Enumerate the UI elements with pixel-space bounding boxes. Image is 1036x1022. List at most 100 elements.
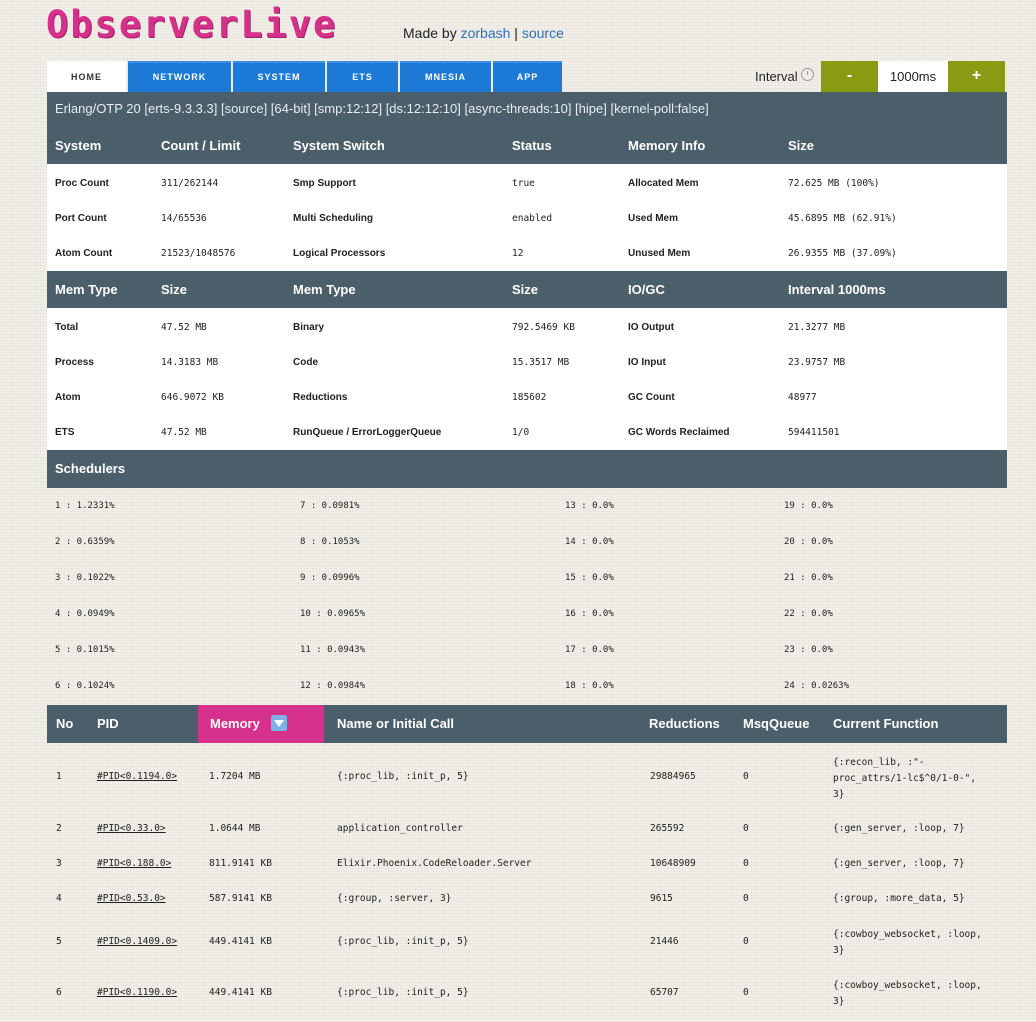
- row-msgqueue: 0: [743, 893, 749, 904]
- scheduler-item: 13 : 0.0%: [565, 501, 614, 511]
- tab-system[interactable]: SYSTEM: [233, 61, 325, 92]
- scheduler-item: 16 : 0.0%: [565, 609, 614, 619]
- switch-label: Smp Support: [293, 178, 356, 189]
- pid-link[interactable]: #PID<0.1409.0>: [97, 936, 177, 947]
- memory-table-header: Mem Type Size Mem Type Size IO/GC Interv…: [47, 271, 1007, 308]
- row-current-function: {:group, :more_data, 5}: [833, 893, 965, 904]
- row-no: 3: [56, 858, 62, 869]
- mem-size: 792.5469 KB: [512, 322, 575, 333]
- io-gc-label: GC Words Reclaimed: [628, 427, 730, 438]
- header-msgqueue[interactable]: MsqQueue: [743, 716, 809, 731]
- header-mem-type-2: Mem Type: [293, 282, 356, 297]
- scheduler-item: 12 : 0.0984%: [300, 681, 366, 691]
- header-memory: Memory: [210, 716, 260, 731]
- mem-type-label: ETS: [55, 427, 75, 438]
- row-no: 6: [56, 987, 62, 998]
- row-reductions: 9615: [650, 893, 673, 904]
- mem-type-label: Reductions: [293, 392, 348, 403]
- row-msgqueue: 0: [743, 987, 749, 998]
- author-link[interactable]: zorbash: [461, 25, 511, 41]
- interval-increase-button[interactable]: +: [948, 61, 1005, 92]
- row-msgqueue: 0: [743, 936, 749, 947]
- row-memory: 1.0644 MB: [209, 823, 261, 834]
- scheduler-item: 1 : 1.2331%: [55, 501, 115, 511]
- schedulers-title: Schedulers: [55, 461, 126, 476]
- row-reductions: 265592: [650, 823, 685, 834]
- row-reductions: 10648909: [650, 858, 696, 869]
- made-by: Made by zorbash | source: [403, 25, 564, 41]
- header-status: Status: [512, 138, 552, 153]
- io-gc-label: IO Output: [628, 322, 675, 333]
- header-size: Size: [788, 138, 815, 153]
- system-value: 311/262144: [161, 178, 219, 189]
- header-current-function[interactable]: Current Function: [833, 716, 938, 731]
- header-system: System: [55, 138, 102, 153]
- system-value: 21523/1048576: [161, 248, 236, 259]
- scheduler-item: 18 : 0.0%: [565, 681, 614, 691]
- mem-info-label: Unused Mem: [628, 248, 691, 259]
- row-memory: 811.9141 KB: [209, 858, 272, 869]
- header-interval: Interval 1000ms: [788, 282, 886, 297]
- row-reductions: 65707: [650, 987, 679, 998]
- tab-home[interactable]: HOME: [47, 61, 126, 92]
- system-value: 14/65536: [161, 213, 207, 224]
- row-no: 5: [56, 936, 62, 947]
- switch-status: 12: [512, 248, 524, 259]
- tab-mnesia[interactable]: MNESIA: [400, 61, 491, 92]
- sort-descending-icon[interactable]: [271, 715, 287, 731]
- process-table-header: No PID Memory Name or Initial Call Reduc…: [47, 705, 1007, 743]
- tab-ets[interactable]: ETS: [327, 61, 398, 92]
- pid-link[interactable]: #PID<0.188.0>: [97, 858, 171, 869]
- mem-size: 15.3517 MB: [512, 357, 570, 368]
- row-memory: 449.4141 KB: [209, 987, 272, 998]
- header-no[interactable]: No: [56, 716, 73, 731]
- io-gc-label: IO Input: [628, 357, 666, 368]
- interval-label: Interval: [755, 69, 798, 84]
- mem-info-label: Used Mem: [628, 213, 679, 224]
- row-no: 4: [56, 893, 62, 904]
- header-pid[interactable]: PID: [97, 716, 119, 731]
- header-name[interactable]: Name or Initial Call: [337, 716, 454, 731]
- mem-type-label: Binary: [293, 322, 325, 333]
- pid-link[interactable]: #PID<0.1194.0>: [97, 771, 177, 782]
- mem-type-label: Process: [55, 357, 94, 368]
- row-memory: 587.9141 KB: [209, 893, 272, 904]
- header-memory-sorted[interactable]: Memory: [198, 705, 324, 743]
- row-current-function: {:gen_server, :loop, 7}: [833, 823, 965, 834]
- scheduler-item: 8 : 0.1053%: [300, 537, 360, 547]
- scheduler-item: 21 : 0.0%: [784, 573, 833, 583]
- separator: |: [514, 25, 518, 41]
- source-link[interactable]: source: [522, 25, 564, 41]
- row-msgqueue: 0: [743, 771, 749, 782]
- switch-label: Multi Scheduling: [293, 213, 373, 224]
- io-gc-value: 21.3277 MB: [788, 322, 846, 333]
- row-msgqueue: 0: [743, 858, 749, 869]
- tab-app[interactable]: APP: [493, 61, 562, 92]
- interval-decrease-button[interactable]: -: [821, 61, 878, 92]
- io-gc-value: 594411501: [788, 427, 840, 438]
- scheduler-item: 23 : 0.0%: [784, 645, 833, 655]
- header-system-switch: System Switch: [293, 138, 385, 153]
- scheduler-item: 5 : 0.1015%: [55, 645, 115, 655]
- header-count-limit: Count / Limit: [161, 138, 241, 153]
- row-name: {:proc_lib, :init_p, 5}: [337, 771, 469, 782]
- system-label: Proc Count: [55, 178, 109, 189]
- scheduler-item: 11 : 0.0943%: [300, 645, 366, 655]
- scheduler-item: 17 : 0.0%: [565, 645, 614, 655]
- scheduler-item: 6 : 0.1024%: [55, 681, 115, 691]
- pid-link[interactable]: #PID<0.53.0>: [97, 893, 166, 904]
- io-gc-value: 48977: [788, 392, 817, 403]
- system-table-header: System Count / Limit System Switch Statu…: [47, 127, 1007, 164]
- scheduler-item: 24 : 0.0263%: [784, 681, 850, 691]
- mem-size: 185602: [512, 392, 547, 403]
- scheduler-item: 10 : 0.0965%: [300, 609, 366, 619]
- pid-link[interactable]: #PID<0.1190.0>: [97, 987, 177, 998]
- scheduler-item: 4 : 0.0949%: [55, 609, 115, 619]
- mem-type-label: Atom: [55, 392, 81, 403]
- clock-icon: [801, 68, 814, 81]
- scheduler-item: 7 : 0.0981%: [300, 501, 360, 511]
- io-gc-value: 23.9757 MB: [788, 357, 846, 368]
- pid-link[interactable]: #PID<0.33.0>: [97, 823, 166, 834]
- header-reductions[interactable]: Reductions: [649, 716, 720, 731]
- tab-network[interactable]: NETWORK: [128, 61, 231, 92]
